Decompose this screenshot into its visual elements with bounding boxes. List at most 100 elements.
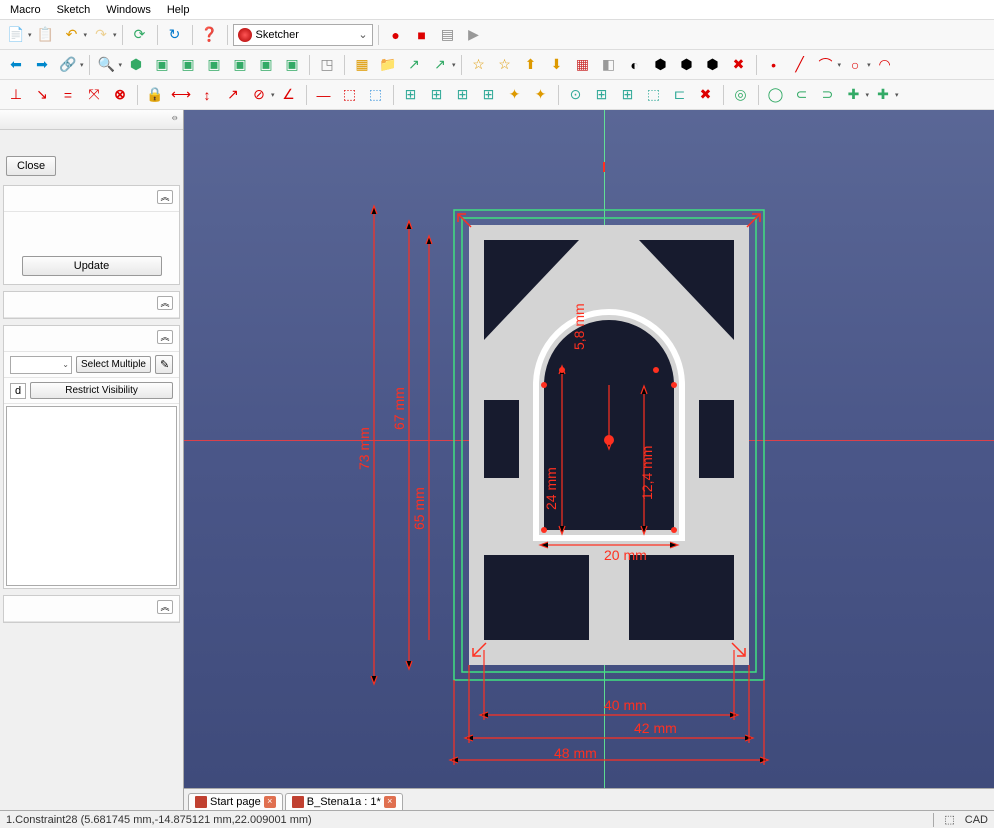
nav-style-label[interactable]: CAD — [965, 814, 988, 826]
menu-windows[interactable]: Windows — [100, 2, 157, 18]
constr-dist-icon[interactable]: ↗ — [221, 83, 245, 107]
circle-icon[interactable]: ○ — [843, 53, 867, 77]
arc-icon[interactable]: ⌒ — [814, 53, 838, 77]
dim-5-8[interactable]: 5,8 mm — [571, 303, 587, 350]
dim-73[interactable]: 73 mm — [356, 427, 372, 470]
whatsthis-icon[interactable]: ❓ — [198, 23, 222, 47]
dim-40[interactable]: 40 mm — [604, 697, 647, 713]
constr-radius-icon[interactable]: ⊘ — [247, 83, 271, 107]
pin-icon[interactable]: ⦵ — [171, 112, 179, 123]
undo-icon[interactable]: ↶ — [60, 23, 84, 47]
virt4-icon[interactable]: ⊃ — [816, 83, 840, 107]
zoom-fit-icon[interactable]: 🔍 — [95, 53, 119, 77]
group-icon[interactable]: 📁 — [376, 53, 400, 77]
nav-style-icon[interactable]: ⬚ — [944, 813, 954, 826]
dim-48[interactable]: 48 mm — [554, 745, 597, 761]
virt6-icon[interactable]: ✚ — [871, 83, 895, 107]
t5-icon[interactable]: ▦ — [571, 53, 595, 77]
dim-12-4[interactable]: 12,4 mm — [639, 446, 655, 500]
t8-icon[interactable]: ⬢ — [649, 53, 673, 77]
select-multiple-button[interactable]: Select Multiple — [76, 356, 151, 373]
view-top-icon[interactable]: ▣ — [176, 53, 200, 77]
settings-icon[interactable]: ✎ — [155, 355, 173, 374]
dim-65[interactable]: 65 mm — [411, 487, 427, 530]
bsp6-icon[interactable]: ✖ — [694, 83, 718, 107]
constr-block-icon[interactable]: ⊗ — [108, 83, 132, 107]
redo-icon[interactable]: ↷ — [89, 23, 113, 47]
bsp5-icon[interactable]: ⊏ — [668, 83, 692, 107]
dim-67[interactable]: 67 mm — [391, 387, 407, 430]
sel5-icon[interactable]: ✦ — [503, 83, 527, 107]
filter-d-field[interactable]: d — [10, 383, 26, 399]
tab-document[interactable]: B_Stena1a : 1* × — [285, 793, 403, 810]
bsp3-icon[interactable]: ⊞ — [616, 83, 640, 107]
bsp2-icon[interactable]: ⊞ — [590, 83, 614, 107]
view-right-icon[interactable]: ▣ — [202, 53, 226, 77]
workbench-selector[interactable]: Sketcher ⌄ — [233, 24, 373, 46]
menu-sketch[interactable]: Sketch — [51, 2, 97, 18]
macro-list-icon[interactable]: ▤ — [436, 23, 460, 47]
nav-right-icon[interactable]: ➡ — [30, 53, 54, 77]
constr-horiz-icon[interactable]: — — [312, 83, 336, 107]
expand-icon[interactable]: ︽ — [157, 190, 173, 204]
constraints-list[interactable] — [6, 406, 177, 586]
sel4-icon[interactable]: ⊞ — [477, 83, 501, 107]
t10-icon[interactable]: ⬢ — [701, 53, 725, 77]
nav-left-icon[interactable]: ⬅ — [4, 53, 28, 77]
virt1-icon[interactable]: ◎ — [729, 83, 753, 107]
expand-icon[interactable]: ︽ — [157, 330, 173, 344]
link3-icon[interactable]: ↗ — [428, 53, 452, 77]
constr-point-icon[interactable]: ↘ — [30, 83, 54, 107]
refresh-icon[interactable]: ⟳ — [128, 23, 152, 47]
virt5-icon[interactable]: ✚ — [842, 83, 866, 107]
t3-icon[interactable]: ⬆ — [519, 53, 543, 77]
link2-icon[interactable]: ↗ — [402, 53, 426, 77]
constr-lock-icon[interactable]: 🔒 — [143, 83, 167, 107]
bsp1-icon[interactable]: ⊙ — [564, 83, 588, 107]
close-icon[interactable]: × — [264, 796, 276, 808]
close-icon[interactable]: × — [384, 796, 396, 808]
constr-refr-icon[interactable]: ⬚ — [338, 83, 362, 107]
dim-42[interactable]: 42 mm — [634, 720, 677, 736]
macro-record-icon[interactable]: ● — [384, 23, 408, 47]
constr-coincident-icon[interactable]: ⊥ — [4, 83, 28, 107]
menu-help[interactable]: Help — [161, 2, 196, 18]
dim-24[interactable]: 24 mm — [543, 467, 559, 510]
sel6-icon[interactable]: ✦ — [529, 83, 553, 107]
virt2-icon[interactable]: ◯ — [764, 83, 788, 107]
part-icon[interactable]: ▦ — [350, 53, 374, 77]
view-bottom-icon[interactable]: ▣ — [254, 53, 278, 77]
t6-icon[interactable]: ◧ — [597, 53, 621, 77]
sel2-icon[interactable]: ⊞ — [425, 83, 449, 107]
sel1-icon[interactable]: ⊞ — [399, 83, 423, 107]
bsp4-icon[interactable]: ⬚ — [642, 83, 666, 107]
t2-icon[interactable]: ☆ — [493, 53, 517, 77]
constr-symm-icon[interactable]: ⤧ — [82, 83, 106, 107]
t1-icon[interactable]: ☆ — [467, 53, 491, 77]
measure-icon[interactable]: ◳ — [315, 53, 339, 77]
t4-icon[interactable]: ⬇ — [545, 53, 569, 77]
update-button[interactable]: Update — [22, 256, 162, 276]
refresh2-icon[interactable]: ↻ — [163, 23, 187, 47]
filter-combo[interactable]: ⌄ — [10, 356, 72, 374]
open-icon[interactable]: 📋 — [34, 23, 58, 47]
constr-angle-icon[interactable]: ∠ — [277, 83, 301, 107]
line-icon[interactable]: ╱ — [788, 53, 812, 77]
macro-stop-icon[interactable]: ■ — [410, 23, 434, 47]
t9-icon[interactable]: ⬢ — [675, 53, 699, 77]
sel3-icon[interactable]: ⊞ — [451, 83, 475, 107]
constr-hdist-icon[interactable]: ⟷ — [169, 83, 193, 107]
conic-icon[interactable]: ◠ — [873, 53, 897, 77]
view-left-icon[interactable]: ▣ — [280, 53, 304, 77]
close-button[interactable]: Close — [6, 156, 56, 176]
close-sketch-icon[interactable]: ✖ — [727, 53, 751, 77]
view-front-icon[interactable]: ▣ — [150, 53, 174, 77]
macro-play-icon[interactable]: ▶ — [462, 23, 486, 47]
t7-icon[interactable]: ◐ — [623, 53, 647, 77]
constr-vdist-icon[interactable]: ↕ — [195, 83, 219, 107]
view-iso-icon[interactable]: ⬢ — [124, 53, 148, 77]
new-file-icon[interactable]: 📄 — [4, 23, 28, 47]
restrict-visibility-button[interactable]: Restrict Visibility — [30, 382, 173, 399]
view-rear-icon[interactable]: ▣ — [228, 53, 252, 77]
point-icon[interactable]: • — [762, 53, 786, 77]
